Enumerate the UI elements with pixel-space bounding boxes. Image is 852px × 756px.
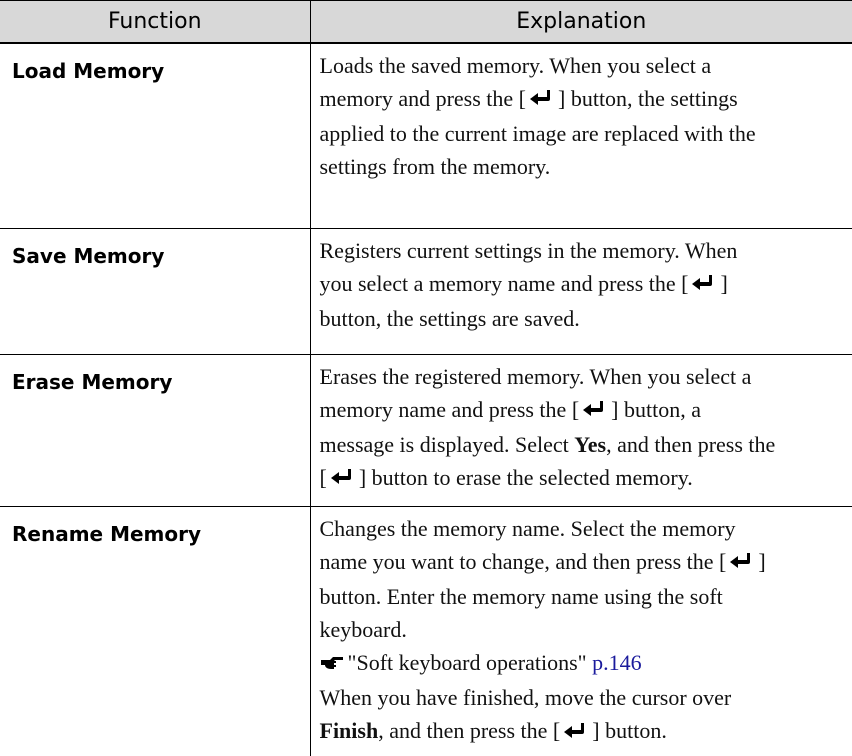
enter-key-icon <box>690 269 718 302</box>
enter-key-icon <box>728 547 756 580</box>
function-name: Erase Memory <box>0 355 310 397</box>
column-header-function: Function <box>0 1 310 44</box>
explanation-text: Loads the saved memory. When you select … <box>311 44 852 189</box>
explanation-cell: Registers current settings in the memory… <box>310 228 852 354</box>
table-header-row: Function Explanation <box>0 1 852 44</box>
function-name: Load Memory <box>0 44 310 86</box>
table-row: Save Memory Registers current settings i… <box>0 228 852 354</box>
function-name: Save Memory <box>0 229 310 271</box>
enter-key-icon <box>581 395 609 428</box>
yes-option: Yes <box>574 432 606 457</box>
table-row: Load Memory Loads the saved memory. When… <box>0 43 852 228</box>
page-reference-link[interactable]: p.146 <box>592 650 642 675</box>
enter-key-icon <box>528 84 556 117</box>
column-header-explanation: Explanation <box>310 1 852 44</box>
explanation-text: Erases the registered memory. When you s… <box>311 355 852 503</box>
function-table: Function Explanation Load Memory Loads t… <box>0 0 852 756</box>
pointing-hand-icon <box>320 648 344 681</box>
explanation-cell: Changes the memory name. Select the memo… <box>310 506 852 756</box>
explanation-text: Registers current settings in the memory… <box>311 229 852 341</box>
explanation-cell: Loads the saved memory. When you select … <box>310 43 852 228</box>
function-cell: Load Memory <box>0 43 310 228</box>
explanation-cell: Erases the registered memory. When you s… <box>310 354 852 506</box>
table-row: Erase Memory Erases the registered memor… <box>0 354 852 506</box>
enter-key-icon <box>562 717 590 750</box>
function-cell: Save Memory <box>0 228 310 354</box>
finish-option: Finish <box>320 718 379 743</box>
enter-key-icon <box>329 463 357 496</box>
function-cell: Rename Memory <box>0 506 310 756</box>
function-cell: Erase Memory <box>0 354 310 506</box>
table-row: Rename Memory Changes the memory name. S… <box>0 506 852 756</box>
function-name: Rename Memory <box>0 507 310 549</box>
explanation-text: Changes the memory name. Select the memo… <box>311 507 852 756</box>
